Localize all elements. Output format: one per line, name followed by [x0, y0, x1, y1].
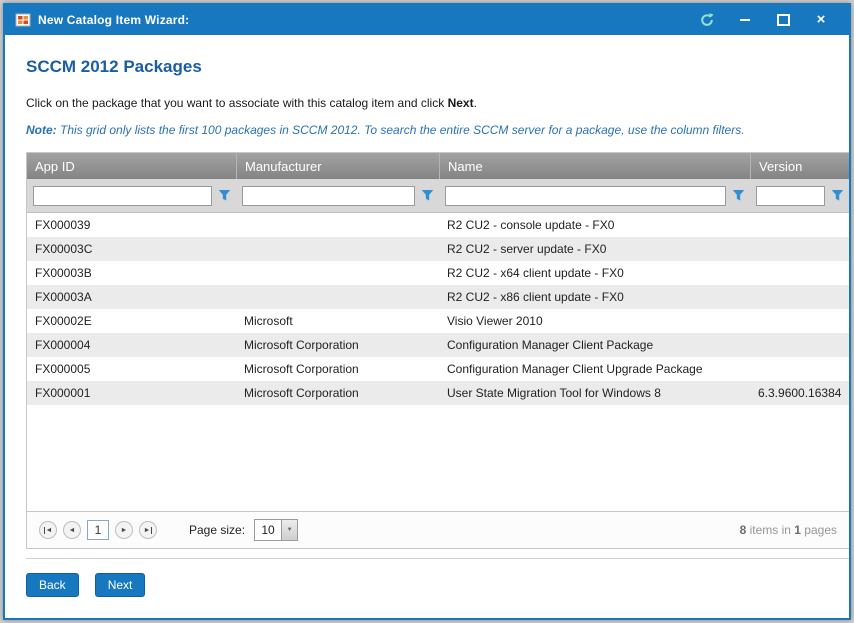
window-title: New Catalog Item Wizard:: [38, 13, 189, 27]
cell-manufacturer: Microsoft Corporation: [236, 362, 439, 376]
pager-previous-page-icon[interactable]: ◄: [63, 521, 81, 539]
cell-app-id: FX000001: [27, 386, 236, 400]
column-header-manufacturer[interactable]: Manufacturer: [236, 153, 439, 179]
version-filter-icon[interactable]: [825, 184, 849, 208]
items-text: items in: [746, 523, 794, 537]
manufacturer-filter-icon[interactable]: [415, 184, 439, 208]
cell-name: R2 CU2 - server update - FX0: [439, 242, 750, 256]
cell-name: R2 CU2 - x86 client update - FX0: [439, 290, 750, 304]
table-row[interactable]: FX00002E Microsoft Visio Viewer 2010: [27, 309, 849, 333]
cell-app-id: FX00003A: [27, 290, 236, 304]
column-header-app-id[interactable]: App ID: [27, 159, 236, 174]
version-filter-input[interactable]: [756, 186, 825, 206]
column-header-name[interactable]: Name: [439, 153, 750, 179]
wizard-window: New Catalog Item Wizard: × SCCM 2012 Pac…: [3, 3, 851, 620]
filter-cell-app-id: [27, 184, 236, 208]
pager-first-page-icon[interactable]: ◄: [39, 521, 57, 539]
note-body: This grid only lists the first 100 packa…: [57, 123, 745, 137]
pager-next-page-icon[interactable]: ►: [115, 521, 133, 539]
close-icon[interactable]: ×: [813, 12, 829, 28]
page-size-dropdown[interactable]: 10 ▼: [254, 519, 298, 541]
instruction-suffix: .: [474, 96, 477, 110]
filter-cell-manufacturer: [236, 184, 439, 208]
back-button[interactable]: Back: [26, 573, 79, 597]
window-controls: ×: [699, 12, 829, 28]
table-row[interactable]: FX00003B R2 CU2 - x64 client update - FX…: [27, 261, 849, 285]
title-bar: New Catalog Item Wizard: ×: [5, 5, 849, 35]
name-filter-input[interactable]: [445, 186, 726, 206]
page-size-label: Page size:: [189, 523, 245, 537]
app-id-filter-input[interactable]: [33, 186, 212, 206]
wizard-content: SCCM 2012 Packages Click on the package …: [5, 35, 849, 618]
pages-text: pages: [801, 523, 837, 537]
cell-app-id: FX00003C: [27, 242, 236, 256]
cell-app-id: FX000039: [27, 218, 236, 232]
packages-grid: App ID Manufacturer Name Version: [26, 152, 849, 549]
table-row[interactable]: FX000001 Microsoft Corporation User Stat…: [27, 381, 849, 405]
cell-app-id: FX00003B: [27, 266, 236, 280]
table-row[interactable]: FX000004 Microsoft Corporation Configura…: [27, 333, 849, 357]
pager-current-page[interactable]: 1: [87, 520, 109, 540]
grid-body: FX000039 R2 CU2 - console update - FX0 F…: [27, 213, 849, 405]
pages-count: 1: [794, 523, 801, 537]
minimize-icon[interactable]: [737, 12, 753, 28]
table-row[interactable]: FX000039 R2 CU2 - console update - FX0: [27, 213, 849, 237]
cell-version: 6.3.9600.16384: [750, 386, 849, 400]
cell-name: Configuration Manager Client Package: [439, 338, 750, 352]
note-label: Note:: [26, 123, 57, 137]
cell-app-id: FX000004: [27, 338, 236, 352]
cell-name: User State Migration Tool for Windows 8: [439, 386, 750, 400]
name-filter-icon[interactable]: [726, 184, 750, 208]
pager-summary: 8 items in 1 pages: [740, 523, 837, 537]
instruction-text: Click on the package that you want to as…: [26, 96, 849, 110]
maximize-icon[interactable]: [775, 12, 791, 28]
filter-cell-name: [439, 184, 750, 208]
app-icon: [15, 12, 31, 28]
cell-manufacturer: Microsoft Corporation: [236, 338, 439, 352]
manufacturer-filter-input[interactable]: [242, 186, 415, 206]
refresh-icon[interactable]: [699, 12, 715, 28]
filter-cell-version: [750, 184, 849, 208]
grid-pager: ◄ ◄ 1 ► ► Page size: 10 ▼ 8 items in 1 p…: [27, 511, 849, 548]
note-text: Note: This grid only lists the first 100…: [26, 123, 849, 137]
cell-name: Visio Viewer 2010: [439, 314, 750, 328]
app-id-filter-icon[interactable]: [212, 184, 236, 208]
cell-name: R2 CU2 - console update - FX0: [439, 218, 750, 232]
page-size-value: 10: [255, 520, 281, 540]
instruction-bold: Next: [448, 96, 474, 110]
page-title: SCCM 2012 Packages: [26, 57, 849, 77]
cell-manufacturer: Microsoft Corporation: [236, 386, 439, 400]
instruction-prefix: Click on the package that you want to as…: [26, 96, 448, 110]
cell-name: Configuration Manager Client Upgrade Pac…: [439, 362, 750, 376]
footer-divider: [26, 558, 849, 559]
cell-app-id: FX000005: [27, 362, 236, 376]
cell-app-id: FX00002E: [27, 314, 236, 328]
cell-name: R2 CU2 - x64 client update - FX0: [439, 266, 750, 280]
pager-last-page-icon[interactable]: ►: [139, 521, 157, 539]
footer-buttons: Back Next: [26, 573, 849, 609]
grid-header-row: App ID Manufacturer Name Version: [27, 153, 849, 179]
table-row[interactable]: FX000005 Microsoft Corporation Configura…: [27, 357, 849, 381]
grid-filter-row: [27, 179, 849, 213]
next-button[interactable]: Next: [95, 573, 146, 597]
table-row[interactable]: FX00003C R2 CU2 - server update - FX0: [27, 237, 849, 261]
chevron-down-icon: ▼: [281, 520, 297, 540]
cell-manufacturer: Microsoft: [236, 314, 439, 328]
column-header-version[interactable]: Version: [750, 153, 849, 179]
table-row[interactable]: FX00003A R2 CU2 - x86 client update - FX…: [27, 285, 849, 309]
